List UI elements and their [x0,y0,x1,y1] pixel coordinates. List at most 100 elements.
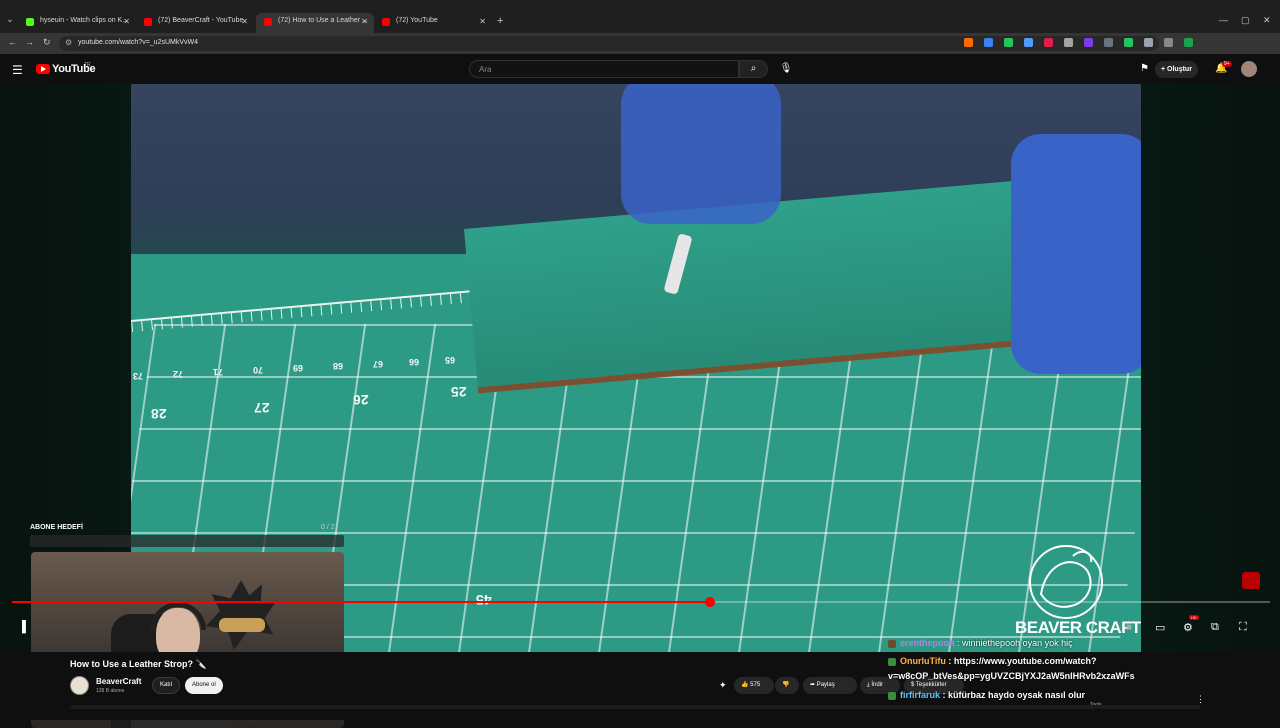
extension-icon[interactable] [1164,38,1173,47]
extension-icon[interactable] [1184,38,1193,47]
tab-label: hyseuin - Watch clips on K... [40,17,129,24]
forward-icon[interactable]: → [25,37,34,47]
youtube-header: ☰ YouTube TR Ara ⌕ 🎙 ⚑ + Oluştur 🔔 9+ [0,54,1280,84]
extension-icon[interactable] [1044,38,1053,47]
subscriber-count: 128 B abone [96,688,125,694]
description-strip [70,705,1200,709]
ruler-number: 67 [373,359,384,369]
extension-icon[interactable] [1144,38,1153,47]
youtube-logo-icon[interactable] [36,64,50,74]
autoplay-toggle-icon[interactable]: ◉ [1125,621,1133,632]
account-avatar[interactable] [1241,61,1257,77]
ruler-number: 70 [253,365,264,375]
country-code: TR [84,62,91,68]
chat-badge-icon [888,691,896,700]
extension-icon[interactable] [1084,38,1093,47]
channel-avatar[interactable] [70,676,89,695]
chat-message: firfirfaruk : küfürbaz haydo oysak nasıl… [888,690,1085,700]
progress-played [12,601,711,603]
create-button[interactable]: + Oluştur [1155,61,1198,78]
browser-tab[interactable]: (72) BeaverCraft - YouTube ✕ [136,13,254,33]
gift-icon[interactable]: ✦ [719,680,727,691]
subscriber-goal-label: ABONE HEDEFİ [30,524,83,531]
extension-icon[interactable] [1124,38,1133,47]
more-actions-icon[interactable]: ⋮ [1196,694,1205,705]
thumbs-down-icon: 👎 [782,682,790,688]
close-tab-icon[interactable]: ✕ [479,17,486,26]
close-window-icon[interactable]: ✕ [1263,15,1271,26]
thanks-icon: $ [911,682,915,688]
ruler-number: 68 [333,361,344,371]
chat-text: : https://www.youtube.com/watch? [948,656,1097,666]
chat-username: firfirfaruk [900,690,941,700]
voice-search-icon[interactable]: 🎙 [776,60,796,78]
chat-badge-icon [888,639,896,648]
browser-tab[interactable]: hyseuin - Watch clips on K... ✕ [18,13,136,33]
reload-icon[interactable]: ↻ [43,37,51,48]
extension-icon[interactable] [984,38,993,47]
thanks-label: Teşekkürler [915,682,947,688]
mat-number: 28 [151,406,167,422]
browser-toolbar: ← → ↻ ⚙ youtube.com/watch?v=_u2sUMkVvW4 [0,33,1280,54]
channel-name[interactable]: BeaverCraft [96,677,141,686]
extension-icon[interactable] [1004,38,1013,47]
hd-badge: HD [1189,615,1199,620]
address-bar[interactable]: ⚙ youtube.com/watch?v=_u2sUMkVvW4 [59,36,1159,51]
ruler-number: 65 [445,355,456,365]
like-button[interactable]: 👍 575 [734,677,774,694]
ruler-number: 72 [173,369,184,379]
search-placeholder: Ara [479,65,492,74]
notification-count: 9+ [1222,61,1232,67]
dislike-button[interactable]: 👎 [775,677,799,694]
headset-icon [150,602,206,630]
mascot-goggles [219,618,265,632]
browser-tab[interactable]: (72) YouTube ✕ [374,13,492,33]
close-tab-icon[interactable]: ✕ [361,17,368,26]
fullscreen-icon[interactable]: ⛶ [1239,621,1247,634]
share-label: Paylaş [816,682,835,688]
kick-favicon-icon [26,18,34,26]
search-input[interactable]: Ara [469,60,739,78]
mat-number: 27 [254,400,270,416]
youtube-corner-icon [1242,572,1260,589]
ruler-number: 69 [293,363,304,373]
menu-icon[interactable]: ☰ [12,63,23,77]
mat-number: 25 [451,384,467,400]
browser-tab-active[interactable]: (72) How to Use a Leather ... ✕ [256,13,374,33]
site-info-icon[interactable]: ⚙ [65,38,72,47]
cast-icon[interactable]: ⚑ [1140,63,1149,74]
extension-icon[interactable] [1064,38,1073,47]
create-label: Oluştur [1167,66,1192,73]
close-tab-icon[interactable]: ✕ [123,17,130,26]
extension-icon[interactable] [1024,38,1033,47]
tab-label: (72) How to Use a Leather ... [278,17,368,24]
new-tab-icon[interactable]: + [497,15,503,27]
subscribe-button[interactable]: Abone ol [185,677,223,694]
subscriber-goal-count: 0 / 2 [321,524,335,531]
chat-text: v=w8cOP_btVes&pp=ygUVZCBjYXJ2aW5nIHRvb2x… [888,671,1135,681]
chat-message: erenthepooh : winniethepooh oyan yok hiç [888,638,1073,648]
minimize-icon[interactable]: — [1219,15,1228,25]
join-button[interactable]: Katıl [152,677,181,694]
chat-message: v=w8cOP_btVes&pp=ygUVZCBjYXJ2aW5nIHRvb2x… [888,671,1135,681]
extension-icon[interactable] [964,38,973,47]
tab-label: (72) YouTube [396,17,438,24]
extension-icon[interactable] [1104,38,1113,47]
progress-bar[interactable] [12,597,1270,607]
video-player[interactable]: 73 72 71 70 69 68 67 66 65 28 27 26 25 4… [0,84,1280,728]
share-button[interactable]: ➦ Paylaş [803,677,857,694]
miniplayer-icon[interactable]: ⧉ [1211,621,1219,634]
maximize-icon[interactable]: ▢ [1241,15,1250,26]
mascot-figure-icon [206,580,276,650]
play-pause-icon[interactable]: ▌ [22,621,30,633]
search-button[interactable]: ⌕ [739,60,768,78]
thumbs-up-icon: 👍 [741,682,749,688]
back-icon[interactable]: ← [8,37,17,47]
video-title: How to Use a Leather Strop? 🔪 [70,659,207,669]
subtitles-icon[interactable]: ▭ [1155,621,1165,634]
close-tab-icon[interactable]: ✕ [241,17,248,26]
tab-search-icon[interactable]: ⌄ [4,14,16,28]
chat-message: OnurluTifu : https://www.youtube.com/wat… [888,656,1097,666]
settings-icon[interactable]: ⚙ [1183,621,1193,634]
chat-text: : winniethepooh oyan yok hiç [957,638,1073,648]
